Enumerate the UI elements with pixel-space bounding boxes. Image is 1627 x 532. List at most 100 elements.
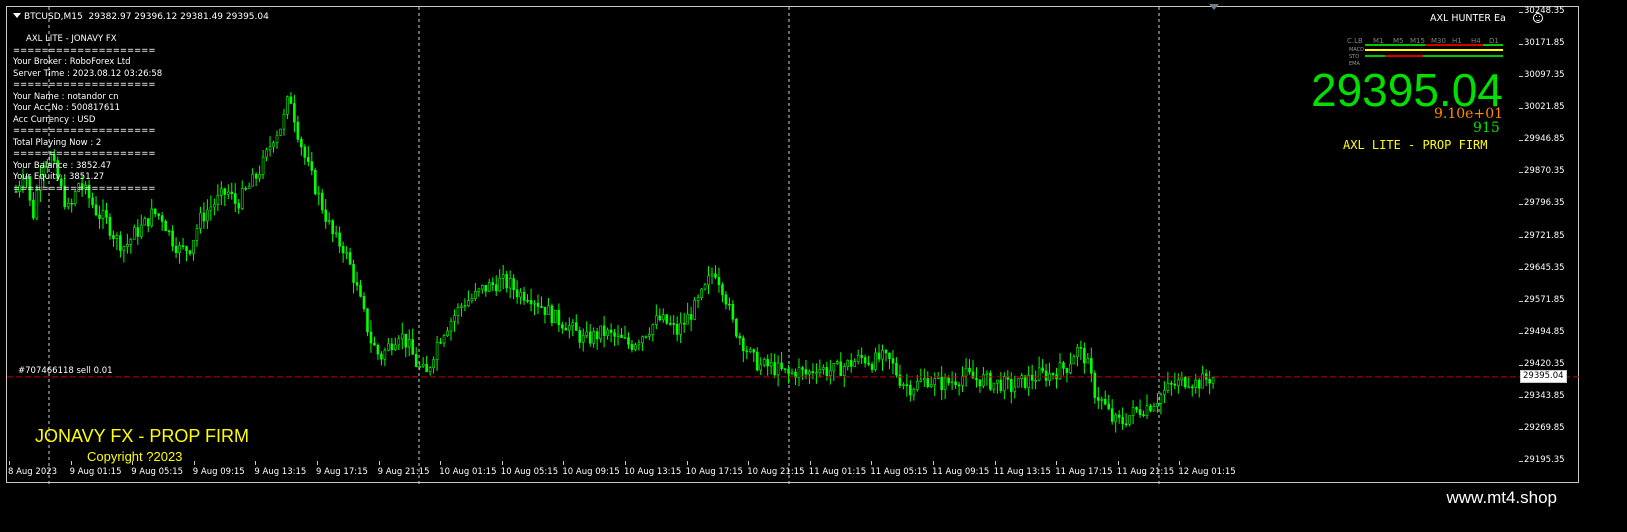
candle-body [627,337,630,345]
y-tick-mark [1519,428,1523,430]
x-tick-label: 11 Aug 17:15 [1055,467,1113,477]
ema-signal-bar [1423,55,1503,57]
y-tick-label: 29796.35 [1524,198,1565,209]
x-tick-label: 10 Aug 05:15 [500,467,559,477]
x-tick-label: 11 Aug 13:15 [993,467,1051,477]
candle-body [108,216,112,236]
candle-body [1093,372,1097,398]
candle-body [849,360,853,367]
tf-row-label: STO [1349,54,1360,60]
candle-body [296,121,300,140]
candle-body [773,362,776,376]
candle-body [655,315,658,325]
x-tick-label: 10 Aug 17:15 [685,467,743,477]
candle-body [961,375,964,386]
candle-body [818,369,822,374]
candle-body [1149,405,1152,412]
candle-body [891,358,895,364]
candle-body [811,371,815,374]
candle-body [1009,379,1013,392]
candle-body [675,323,679,335]
candle-body [432,359,435,368]
candle-body [474,291,477,299]
x-tick-label: 12 Aug 01:15 [1178,467,1236,477]
y-tick-mark [1519,140,1523,142]
y-tick-label: 30021.85 [1524,102,1565,113]
y-tick-label: 29195.35 [1524,455,1565,465]
candle-body [1156,402,1159,407]
candle-body [1016,378,1020,388]
candle-body [815,372,818,375]
candle-body [233,193,237,204]
candle-body [1100,398,1104,401]
candle-body [755,351,759,371]
candle-body [383,349,387,360]
candle-body [119,235,122,251]
candle-body [888,352,891,359]
candle-body [439,341,442,344]
footer-copyright: Copyright ?2023 [87,449,183,464]
candle-body [797,367,801,378]
candle-body [1177,379,1180,386]
candle-body [146,218,150,227]
x-tick-mark [871,461,873,465]
candle-body [630,344,634,350]
candle-body [1152,406,1156,412]
candle-body [825,367,829,377]
candle-body [1103,398,1107,405]
candle-body [922,378,926,381]
candle-body [240,187,244,209]
candle-body [286,96,289,115]
y-tick-mark [1519,300,1523,302]
x-tick-label: 9 Aug 17:15 [316,467,368,477]
candle-body [874,352,877,370]
candle-body [1072,356,1076,365]
candle-body [143,218,147,226]
x-tick-mark [378,461,380,465]
candle-body [1187,386,1191,389]
candle-body [599,325,602,340]
candle-body [373,342,376,346]
candle-body [167,230,171,233]
info-balance: Your Balance : 3852.47 [13,161,112,171]
candle-body [728,303,731,306]
candle-body [529,300,533,305]
chart-plot-area[interactable]: BTCUSD,M15 29382.97 29396.12 29381.49 29… [6,6,1580,484]
candle-body [317,192,321,195]
candle-body [968,367,971,373]
candle-body [505,274,508,289]
candle-body [769,362,773,367]
order-line-label[interactable]: #707466118 sell 0.01 [18,366,113,376]
candle-body [216,194,220,205]
macd-signal-bar [1425,44,1483,46]
candle-body [515,289,519,298]
candle-body [1142,414,1145,416]
candle-body [348,252,352,265]
y-tick-label: 29870.35 [1524,166,1565,177]
candle-body [1083,348,1086,364]
watermark: www.mt4.shop [1446,488,1557,507]
x-tick-mark [132,461,134,465]
candle-body [192,240,195,254]
candle-body [835,361,839,364]
candle-body [752,349,756,353]
candle-body [345,252,348,254]
candle-body [282,113,286,130]
candle-body [623,337,627,339]
chart-window[interactable]: BTCUSD,M15 29382.97 29396.12 29381.49 29… [2,2,1625,499]
candle-body [494,284,498,292]
x-tick-mark [440,461,442,465]
candle-body [550,305,554,324]
candle-body [947,377,950,384]
chart-shift-marker-icon[interactable] [1209,4,1219,10]
candle-body [122,246,126,251]
candle-body [449,320,453,332]
candle-body [313,170,317,195]
candle-body [202,212,206,222]
candle-body [554,309,557,324]
dropdown-triangle-icon[interactable] [13,13,21,18]
candle-body [686,314,689,325]
x-tick-label: 11 Aug 09:15 [932,467,990,477]
bottom-strip [0,499,1627,532]
info-currency: Acc Currency : USD [13,115,96,125]
